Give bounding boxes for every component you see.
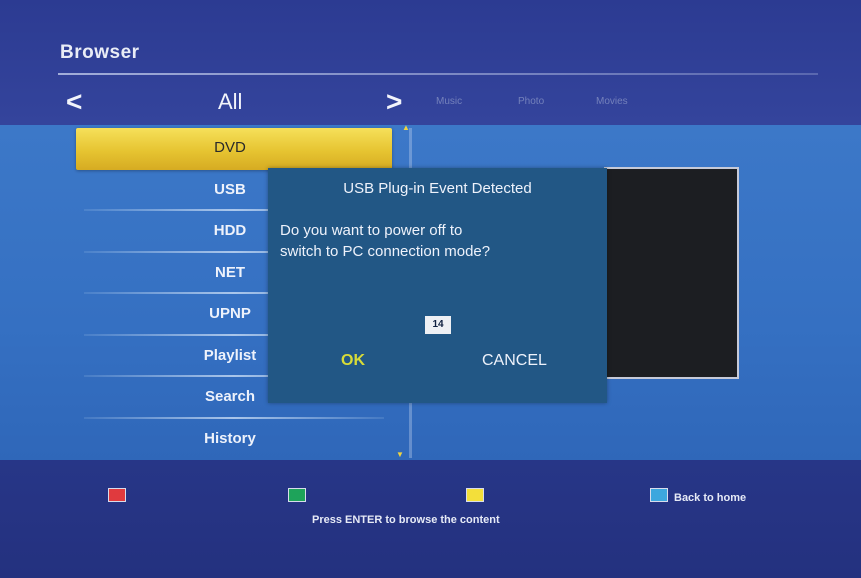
source-item-history[interactable]: History [76,419,392,461]
category-bar: < All > Music Photo Movies [50,82,820,122]
category-movies[interactable]: Movies [596,82,628,122]
red-key-icon[interactable] [108,488,126,502]
usb-event-dialog: USB Plug-in Event Detected Do you want t… [268,168,607,403]
dialog-message-line: switch to PC connection mode? [280,243,491,260]
green-key-icon[interactable] [288,488,306,502]
dialog-message-line: Do you want to power off to [280,222,463,239]
next-category-arrow[interactable]: > [386,82,402,122]
source-item-label: DVD [214,139,246,156]
enter-hint: Press ENTER to browse the content [312,514,500,526]
footer-bar: Back to home Press ENTER to browse the c… [0,460,861,578]
title-divider [58,73,818,75]
page-title: Browser [60,42,140,63]
current-category[interactable]: All [218,82,242,122]
source-item-label: Playlist [203,346,257,364]
category-music[interactable]: Music [436,82,462,122]
preview-pane [604,167,739,379]
source-item-label: NET [215,263,245,281]
ok-button[interactable]: OK [341,352,365,370]
back-to-home-label: Back to home [674,492,747,504]
cancel-button[interactable]: CANCEL [482,352,547,370]
scroll-down-arrow-icon: ▼ [396,450,404,459]
source-item-label: UPNP [209,305,251,322]
header: Browser < All > Music Photo Movies [0,0,861,125]
source-item-label: Search [204,388,256,405]
tv-browser-screen: Browser < All > Music Photo Movies DVD U… [0,0,861,578]
yellow-key-icon[interactable] [466,488,484,502]
prev-category-arrow[interactable]: < [66,82,82,122]
source-item-label: USB [214,180,246,198]
category-photo[interactable]: Photo [518,82,544,122]
source-item-label: HDD [213,222,247,239]
countdown-timer: 14 [425,316,451,334]
dialog-title: USB Plug-in Event Detected [343,180,532,197]
dialog-message: Do you want to power off to switch to PC… [280,220,600,262]
blue-key-icon[interactable] [650,488,668,502]
source-item-label: History [204,429,256,447]
scroll-up-arrow-icon: ▲ [402,123,410,132]
source-item-dvd[interactable]: DVD [76,128,392,170]
